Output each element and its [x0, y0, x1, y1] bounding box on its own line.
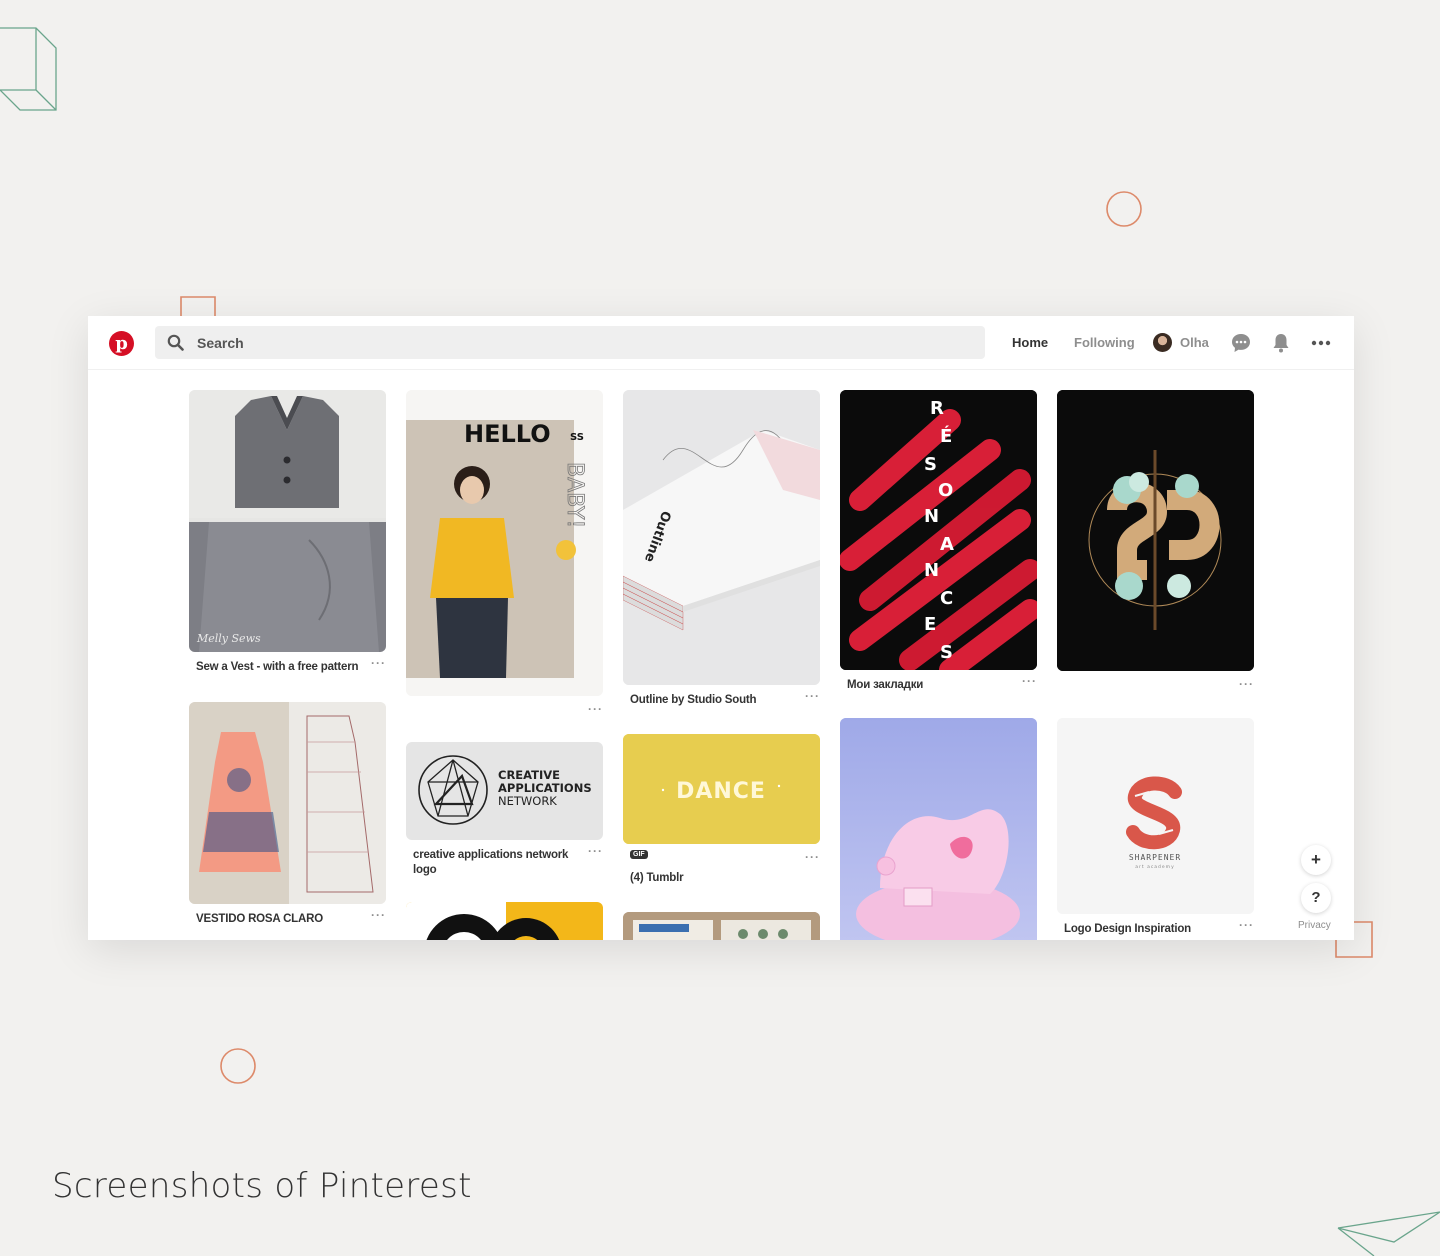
svg-text:SHARPENER: SHARPENER [1129, 853, 1181, 862]
pin-image-resonances[interactable]: R É S O N A N C E S [840, 390, 1037, 670]
pin-card-dance[interactable]: DANCE GIF (4) Tumblr ··· [623, 734, 820, 884]
pin-more-options-icon[interactable]: ··· [1239, 918, 1254, 932]
pin-card-vest[interactable]: Melly Sews Sew a Vest - with a free patt… [189, 390, 386, 680]
pin-title: Мои закладки [847, 679, 924, 691]
svg-text:É: É [940, 425, 952, 447]
outline-book-illustration: Outline [623, 390, 820, 685]
profile-name-link[interactable]: Olha [1180, 316, 1209, 370]
privacy-link[interactable]: Privacy [1298, 920, 1331, 931]
svg-text:R: R [930, 398, 944, 419]
go-poster-illustration [406, 902, 560, 940]
pin-more-options-icon[interactable]: ··· [588, 844, 603, 858]
pin-card-hello-baby[interactable]: HELLO SS BABY! ··· [406, 390, 603, 720]
pin-card-outline[interactable]: Outline Outline by Studio South ··· [623, 390, 820, 715]
pin-image-outline[interactable]: Outline [623, 390, 820, 685]
can-logo-illustration: CREATIVE APPLICATIONS NETWORK [418, 755, 592, 825]
pin-image-pink-sculpture[interactable] [840, 718, 1037, 940]
svg-text:HELLO: HELLO [464, 420, 551, 448]
pin-more-options-icon[interactable]: ··· [371, 908, 386, 922]
pin-more-options-icon[interactable]: ··· [805, 689, 820, 703]
pin-image-go[interactable] [406, 902, 603, 940]
sharpener-logo-illustration: SHARPENER art academy [1057, 718, 1254, 914]
svg-text:N: N [924, 506, 939, 527]
pin-image-dance[interactable]: DANCE [623, 734, 820, 844]
svg-text:S: S [940, 642, 953, 663]
svg-text:SS: SS [570, 432, 584, 443]
svg-text:N: N [924, 560, 939, 581]
pin-card-dress[interactable]: VESTIDO ROSA CLARO ··· [189, 702, 386, 940]
notifications-bell-icon[interactable] [1270, 332, 1292, 354]
nav-following-link[interactable]: Following [1074, 316, 1135, 370]
pin-title: VESTIDO ROSA CLARO [196, 913, 323, 925]
pin-title: (4) Tumblr [630, 872, 684, 884]
pin-image-dress[interactable] [189, 702, 386, 904]
more-options-icon[interactable] [1310, 332, 1332, 354]
help-button[interactable]: ? [1301, 883, 1331, 913]
pin-card-go[interactable] [406, 902, 603, 940]
pinterest-window: p Home Following Olha [88, 316, 1354, 940]
search-icon [167, 334, 184, 351]
pin-image-stickers[interactable] [623, 912, 820, 940]
pin-card-stickers[interactable] [623, 912, 820, 940]
pin-card-resonances[interactable]: R É S O N A N C E S Мои закладки ··· [840, 390, 1037, 700]
pin-more-options-icon[interactable]: ··· [371, 656, 386, 670]
flower-poster-illustration [1057, 390, 1254, 671]
pin-title: creative applications network logo [413, 849, 569, 876]
vest-photo-illustration: Melly Sews [189, 390, 386, 652]
dress-photo-illustration [189, 702, 386, 904]
svg-text:APPLICATIONS: APPLICATIONS [498, 781, 592, 795]
svg-text:NETWORK: NETWORK [498, 794, 557, 808]
paper-plane-decoration [1337, 1211, 1440, 1256]
svg-text:DANCE: DANCE [676, 779, 766, 804]
pin-image-vest[interactable]: Melly Sews [189, 390, 386, 652]
pin-card-pink-sculpture[interactable] [840, 718, 1037, 940]
svg-text:C: C [940, 588, 953, 609]
svg-text:CREATIVE: CREATIVE [498, 768, 560, 782]
svg-text:Melly Sews: Melly Sews [196, 632, 261, 645]
pin-more-options-icon[interactable]: ··· [805, 850, 820, 864]
pin-image-hello-baby[interactable]: HELLO SS BABY! [406, 390, 603, 696]
pin-card-can-logo[interactable]: CREATIVE APPLICATIONS NETWORK creative a… [406, 742, 603, 892]
pin-title: Logo Design Inspiration [1064, 923, 1192, 935]
nav-home-link[interactable]: Home [1012, 316, 1048, 370]
svg-text:art academy: art academy [1135, 864, 1174, 870]
gif-badge: GIF [630, 850, 648, 859]
avatar[interactable] [1153, 333, 1172, 352]
top-navigation-bar: p Home Following Olha [88, 316, 1354, 370]
pin-more-options-icon[interactable]: ··· [1022, 674, 1037, 688]
pin-title: Sew a Vest - with a free pattern [196, 661, 359, 673]
create-pin-button[interactable]: + [1301, 845, 1331, 875]
resonances-poster-illustration: R É S O N A N C E S [840, 390, 1037, 670]
pinterest-logo-icon[interactable]: p [109, 331, 134, 356]
page-caption: Screenshots of Pinterest [52, 1166, 472, 1206]
circle-decoration-bottom [220, 1048, 256, 1084]
circle-decoration [1106, 191, 1142, 227]
pink-sculpture-illustration [840, 718, 1037, 940]
pin-image-sharpener-logo[interactable]: SHARPENER art academy [1057, 718, 1254, 914]
svg-text:A: A [940, 534, 954, 555]
pin-image-flower-poster[interactable] [1057, 390, 1254, 671]
pin-more-options-icon[interactable]: ··· [1239, 677, 1254, 691]
magazine-cover-illustration: HELLO SS BABY! [406, 390, 603, 696]
stickers-photo-illustration [623, 912, 820, 940]
svg-text:BABY!: BABY! [562, 462, 587, 528]
svg-text:S: S [924, 454, 937, 475]
search-bar[interactable] [155, 326, 985, 359]
dance-gif-illustration: DANCE [623, 734, 820, 844]
pin-card-sharpener-logo[interactable]: SHARPENER art academy Logo Design Inspir… [1057, 718, 1254, 940]
messages-icon[interactable] [1230, 332, 1252, 354]
pin-title: Outline by Studio South [630, 694, 757, 706]
svg-text:E: E [924, 614, 936, 635]
svg-text:O: O [938, 480, 953, 501]
pin-image-can-logo[interactable]: CREATIVE APPLICATIONS NETWORK [406, 742, 603, 840]
search-input[interactable] [197, 326, 897, 359]
cube-outline-decoration [0, 27, 57, 111]
pin-more-options-icon[interactable]: ··· [588, 702, 603, 716]
pin-card-flower-poster[interactable]: ··· [1057, 390, 1254, 691]
